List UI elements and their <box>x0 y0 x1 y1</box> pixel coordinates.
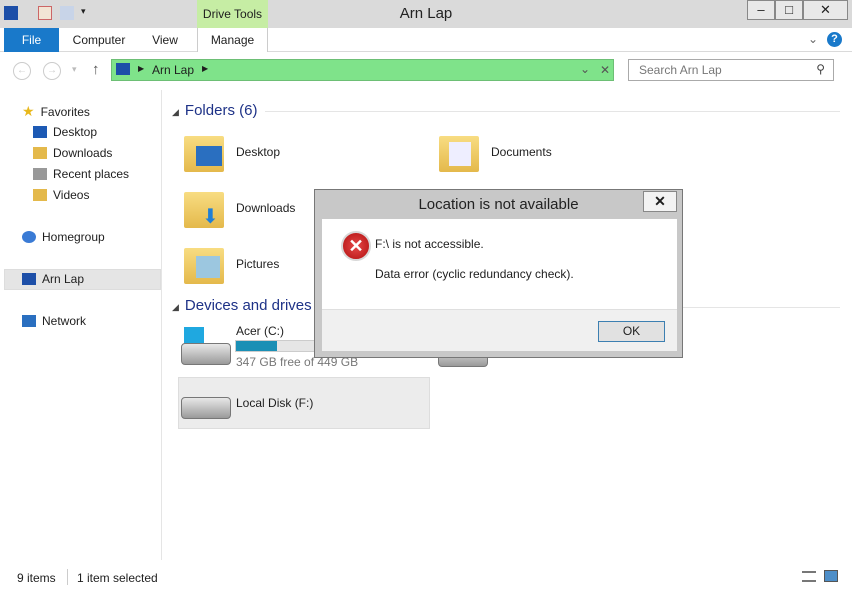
error-icon: ✕ <box>341 231 371 261</box>
sidebar-item-desktop[interactable]: Desktop <box>33 122 97 142</box>
sidebar-item-videos[interactable]: Videos <box>33 185 89 205</box>
sidebar-label: Downloads <box>53 146 113 160</box>
window-title: Arn Lap <box>399 5 453 22</box>
drive-c-name[interactable]: Acer (C:) <box>236 324 284 338</box>
sidebar-this-pc[interactable]: Arn Lap <box>22 269 84 289</box>
search-icon: ⚲ <box>816 62 825 76</box>
breadcrumb-arn-lap[interactable]: Arn Lap <box>152 63 194 77</box>
sidebar-label: Network <box>42 314 87 328</box>
folders-group-header[interactable]: ◢ Folders (6) <box>172 102 257 119</box>
forward-button[interactable]: → <box>43 62 61 80</box>
folder-documents[interactable]: Documents <box>491 145 552 159</box>
folder-downloads-icon[interactable]: ⬇ <box>184 184 224 228</box>
ok-button[interactable]: OK <box>598 321 665 342</box>
sidebar-item-downloads[interactable]: Downloads <box>33 143 112 163</box>
recent-places-icon <box>33 168 47 180</box>
star-icon: ★ <box>22 103 35 119</box>
error-detail: Data error (cyclic redundancy check). <box>375 267 574 281</box>
drive-f-icon[interactable] <box>181 397 231 419</box>
sidebar-label: Homegroup <box>42 230 105 244</box>
back-button[interactable]: ← <box>13 62 31 80</box>
tab-manage[interactable]: Manage <box>197 28 268 52</box>
drives-group-header[interactable]: ◢ Devices and drives <box>172 297 312 314</box>
tab-view[interactable]: View <box>140 28 190 52</box>
computer-icon <box>116 63 130 75</box>
sidebar-label: Videos <box>53 188 90 202</box>
folder-downloads[interactable]: Downloads <box>236 201 295 215</box>
folder-documents-icon[interactable] <box>439 128 479 172</box>
folder-pictures[interactable]: Pictures <box>236 257 279 271</box>
address-dropdown-icon[interactable]: ⌄ <box>580 62 590 76</box>
details-view-icon[interactable] <box>802 571 816 582</box>
sidebar-label: Favorites <box>40 105 90 119</box>
selection-count: 1 item selected <box>77 571 158 585</box>
collapse-icon: ◢ <box>172 302 179 312</box>
sidebar-label: Arn Lap <box>42 272 85 286</box>
clear-address-icon[interactable]: ✕ <box>600 63 610 77</box>
recent-locations-icon[interactable]: ▾ <box>72 64 77 75</box>
desktop-icon <box>33 126 47 138</box>
divider <box>67 569 68 585</box>
sidebar-item-recent-places[interactable]: Recent places <box>33 164 129 184</box>
sidebar-label: Recent places <box>53 167 130 181</box>
expand-ribbon-icon[interactable]: ⌄ <box>808 32 818 46</box>
folder-pictures-icon[interactable] <box>184 240 224 284</box>
maximize-button[interactable]: □ <box>775 0 803 20</box>
drive-c-usage-fill <box>236 341 277 351</box>
dialog-title: Location is not available <box>418 196 579 213</box>
downloads-icon <box>33 147 47 159</box>
sidebar-homegroup[interactable]: Homegroup <box>22 227 105 247</box>
large-icons-view-icon[interactable] <box>824 570 838 582</box>
sidebar-network[interactable]: Network <box>22 311 86 331</box>
homegroup-icon <box>22 231 36 243</box>
breadcrumb-arrow-icon[interactable]: ▶ <box>138 64 144 73</box>
dialog-close-button[interactable]: ✕ <box>643 191 677 212</box>
collapse-icon: ◢ <box>172 107 179 117</box>
drive-f-name[interactable]: Local Disk (F:) <box>236 396 313 410</box>
folder-desktop-icon[interactable] <box>184 128 224 172</box>
sidebar-label: Desktop <box>53 125 98 139</box>
search-input[interactable]: Search Arn Lap ⚲ <box>628 59 834 81</box>
item-count: 9 items <box>17 571 56 585</box>
videos-icon <box>33 189 47 201</box>
group-label: Devices and drives <box>184 297 312 314</box>
computer-icon <box>22 273 36 285</box>
search-placeholder: Search Arn Lap <box>639 63 722 77</box>
divider <box>265 111 840 112</box>
sidebar-favorites[interactable]: ★ Favorites <box>22 101 90 121</box>
close-window-button[interactable]: ✕ <box>803 0 848 20</box>
folder-desktop[interactable]: Desktop <box>236 145 280 159</box>
help-icon[interactable]: ? <box>827 32 842 47</box>
breadcrumb-arrow-icon[interactable]: ▶ <box>202 64 208 73</box>
tab-computer[interactable]: Computer <box>62 28 136 52</box>
tab-file[interactable]: File <box>4 28 59 52</box>
status-bar: 9 items 1 item selected <box>0 560 852 589</box>
dialog-footer: OK <box>322 309 677 351</box>
drive-c-icon[interactable] <box>181 343 231 365</box>
error-message: F:\ is not accessible. <box>375 237 484 251</box>
group-label: Folders (6) <box>184 102 258 119</box>
error-dialog: Location is not available ✕ ✕ F:\ is not… <box>314 189 683 358</box>
up-button[interactable]: ↑ <box>92 61 100 78</box>
minimize-button[interactable]: – <box>747 0 775 20</box>
network-icon <box>22 315 36 327</box>
address-bar[interactable]: ▶ Arn Lap ▶ ⌄ ✕ <box>111 59 614 81</box>
dialog-body: ✕ F:\ is not accessible. Data error (cyc… <box>322 219 677 309</box>
